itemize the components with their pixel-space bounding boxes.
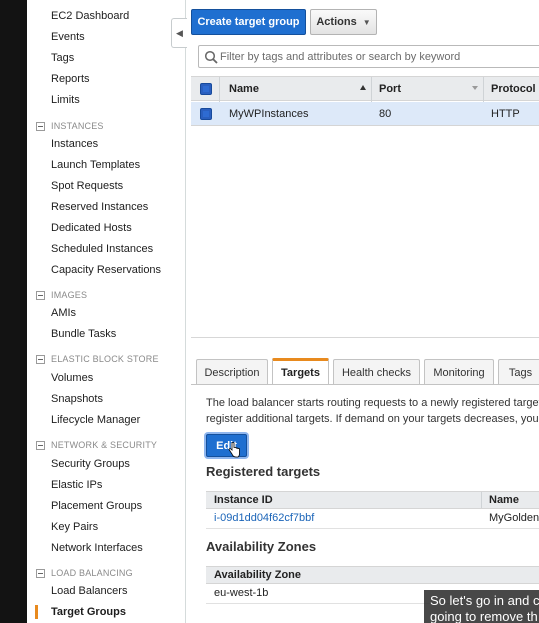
targets-description: The load balancer starts routing request… (206, 395, 539, 427)
tab-description[interactable]: Description (196, 359, 268, 385)
description-line: register additional targets. If demand o… (206, 413, 539, 425)
column-divider (481, 492, 482, 508)
sidebar-item-events[interactable]: Events (27, 29, 185, 45)
actions-button[interactable]: Actions ▼ (310, 9, 377, 35)
cell-availability-zone: eu-west-1b (214, 587, 269, 599)
sidebar-section-elastic-block-store[interactable]: ELASTIC BLOCK STORE (27, 351, 185, 367)
column-header-target-name: Name (489, 494, 519, 506)
cell-name: MyWPInstances (229, 108, 309, 120)
collapse-icon (36, 569, 45, 578)
sidebar-item-load-balancers[interactable]: Load Balancers (27, 583, 185, 599)
cell-target-name: MyGoldenIn (489, 512, 539, 524)
sidebar-item-limits[interactable]: Limits (27, 92, 185, 108)
video-caption: So let's go in and c going to remove th (424, 590, 539, 623)
tab-tags[interactable]: Tags (498, 359, 539, 385)
panel-splitter[interactable] (191, 337, 539, 338)
column-divider (371, 77, 372, 102)
sidebar-item-volumes[interactable]: Volumes (27, 370, 185, 386)
description-line: The load balancer starts routing request… (206, 397, 539, 409)
sidebar-item-key-pairs[interactable]: Key Pairs (27, 519, 185, 535)
column-header-name[interactable]: Name (229, 83, 259, 95)
collapse-icon (36, 291, 45, 300)
collapse-icon (36, 122, 45, 131)
collapse-icon (36, 441, 45, 450)
sidebar-section-load-balancing[interactable]: LOAD BALANCING (27, 565, 185, 581)
sidebar-item-instances[interactable]: Instances (27, 136, 185, 152)
sidebar-item-target-groups[interactable]: Target Groups (27, 604, 185, 620)
caption-line: going to remove th (430, 609, 538, 623)
sidebar-item-reserved-instances[interactable]: Reserved Instances (27, 199, 185, 215)
hand-cursor-icon (228, 442, 240, 458)
search-field[interactable] (198, 45, 539, 68)
sidebar-section-network-security[interactable]: NETWORK & SECURITY (27, 437, 185, 453)
column-header-port[interactable]: Port (379, 83, 401, 95)
sidebar: EC2 Dashboard Events Tags Reports Limits… (27, 0, 186, 623)
column-header-instance-id: Instance ID (214, 494, 273, 506)
sidebar-item-lifecycle-manager[interactable]: Lifecycle Manager (27, 412, 185, 428)
sidebar-item-scheduled-instances[interactable]: Scheduled Instances (27, 241, 185, 257)
sidebar-section-images[interactable]: IMAGES (27, 287, 185, 303)
column-header-availability-zone: Availability Zone (214, 569, 302, 581)
chevron-down-icon: ▼ (362, 17, 371, 27)
sidebar-item-spot-requests[interactable]: Spot Requests (27, 178, 185, 194)
tab-health-checks[interactable]: Health checks (333, 359, 420, 385)
caption-line: So let's go in and c (430, 593, 539, 608)
sidebar-item-placement-groups[interactable]: Placement Groups (27, 498, 185, 514)
sidebar-item-dedicated-hosts[interactable]: Dedicated Hosts (27, 220, 185, 236)
table-row[interactable]: MyWPInstances 80 HTTP (191, 102, 539, 126)
sidebar-item-security-groups[interactable]: Security Groups (27, 456, 185, 472)
sort-icon[interactable] (472, 86, 478, 90)
left-dark-strip (0, 0, 27, 623)
sidebar-item-amis[interactable]: AMIs (27, 305, 185, 321)
chevron-left-icon: ◀ (176, 27, 183, 38)
tabs-divider (191, 384, 539, 385)
tab-monitoring[interactable]: Monitoring (424, 359, 494, 385)
column-divider (219, 77, 220, 102)
collapse-icon (36, 355, 45, 364)
sort-ascending-icon[interactable] (360, 85, 366, 90)
row-checkbox[interactable] (200, 108, 212, 120)
search-input[interactable] (220, 48, 539, 66)
cell-protocol: HTTP (491, 108, 520, 120)
tab-targets[interactable]: Targets (272, 358, 329, 385)
registered-targets-header: Instance ID Name (206, 491, 539, 509)
sidebar-item-capacity-reservations[interactable]: Capacity Reservations (27, 262, 185, 278)
active-indicator (35, 605, 38, 619)
sidebar-item-launch-templates[interactable]: Launch Templates (27, 157, 185, 173)
availability-zones-header: Availability Zone (206, 566, 539, 584)
select-all-checkbox[interactable] (200, 83, 212, 95)
sidebar-item-snapshots[interactable]: Snapshots (27, 391, 185, 407)
sidebar-item-elastic-ips[interactable]: Elastic IPs (27, 477, 185, 493)
sidebar-item-bundle-tasks[interactable]: Bundle Tasks (27, 326, 185, 342)
sidebar-item-reports[interactable]: Reports (27, 71, 185, 87)
cell-port: 80 (379, 108, 392, 120)
column-header-protocol[interactable]: Protocol (491, 83, 536, 95)
sidebar-collapse-button[interactable]: ◀ (171, 18, 187, 48)
availability-zones-title: Availability Zones (206, 539, 317, 554)
sidebar-section-instances[interactable]: INSTANCES (27, 118, 185, 134)
sidebar-item-ec2-dashboard[interactable]: EC2 Dashboard (27, 8, 185, 24)
column-divider (483, 77, 484, 102)
create-target-group-button[interactable]: Create target group (191, 9, 306, 35)
instance-id-link[interactable]: i-09d1dd04f62cf7bbf (214, 512, 314, 524)
registered-targets-title: Registered targets (206, 464, 321, 479)
actions-label: Actions (316, 16, 357, 28)
table-header: Name Port Protocol (191, 76, 539, 102)
sidebar-item-network-interfaces[interactable]: Network Interfaces (27, 540, 185, 556)
search-icon (204, 50, 218, 64)
table-row: i-09d1dd04f62cf7bbf MyGoldenIn (206, 509, 539, 529)
sidebar-item-tags[interactable]: Tags (27, 50, 185, 66)
edit-button[interactable]: Edit (206, 434, 247, 457)
